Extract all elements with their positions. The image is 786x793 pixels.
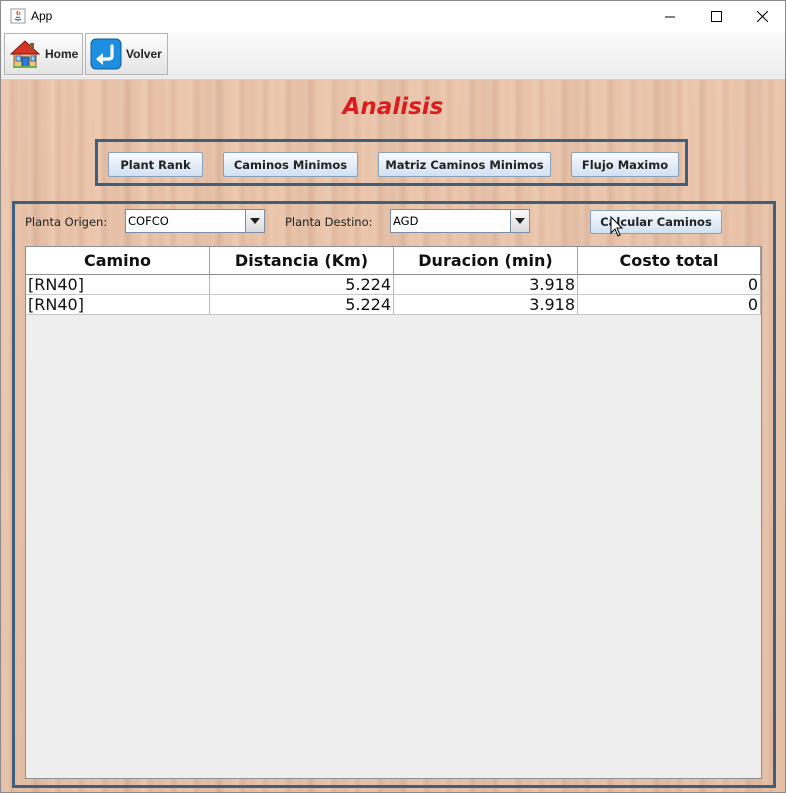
cell-camino: [RN40] bbox=[26, 295, 210, 314]
column-header-duracion[interactable]: Duracion (min) bbox=[394, 247, 578, 274]
table-header: Camino Distancia (Km) Duracion (min) Cos… bbox=[26, 247, 761, 275]
column-header-distancia[interactable]: Distancia (Km) bbox=[210, 247, 394, 274]
app-window: App Home Volver Analisis Plant Rank Cami… bbox=[0, 0, 786, 793]
back-button[interactable]: Volver bbox=[85, 33, 168, 75]
java-app-icon bbox=[10, 8, 26, 24]
matriz-caminos-minimos-button[interactable]: Matriz Caminos Minimos bbox=[378, 152, 551, 177]
minimize-icon bbox=[665, 16, 675, 17]
cell-costo: 0 bbox=[578, 275, 761, 294]
cell-duracion: 3.918 bbox=[394, 295, 578, 314]
flujo-maximo-button[interactable]: Flujo Maximo bbox=[571, 152, 679, 177]
window-title: App bbox=[31, 9, 53, 23]
column-header-camino[interactable]: Camino bbox=[26, 247, 210, 274]
cell-camino: [RN40] bbox=[26, 275, 210, 294]
column-header-costo[interactable]: Costo total bbox=[578, 247, 761, 274]
origen-value: COFCO bbox=[128, 214, 169, 228]
chevron-down-icon[interactable] bbox=[510, 210, 529, 232]
title-bar: App bbox=[1, 1, 785, 32]
origen-label: Planta Origen: bbox=[25, 215, 108, 229]
cell-distancia: 5.224 bbox=[210, 295, 394, 314]
destino-value: AGD bbox=[393, 214, 419, 228]
minimize-button[interactable] bbox=[647, 1, 693, 32]
table-row[interactable]: [RN40] 5.224 3.918 0 bbox=[26, 295, 761, 315]
cell-distancia: 5.224 bbox=[210, 275, 394, 294]
origen-select[interactable]: COFCO bbox=[125, 209, 265, 233]
caminos-minimos-button[interactable]: Caminos Minimos bbox=[223, 152, 358, 177]
maximize-icon bbox=[710, 11, 722, 22]
mouse-cursor-icon bbox=[610, 216, 624, 237]
destino-label: Planta Destino: bbox=[285, 215, 373, 229]
caminos-table[interactable]: Camino Distancia (Km) Duracion (min) Cos… bbox=[25, 246, 762, 779]
cell-costo: 0 bbox=[578, 295, 761, 314]
table-row[interactable]: [RN40] 5.224 3.918 0 bbox=[26, 275, 761, 295]
destino-select[interactable]: AGD bbox=[390, 209, 530, 233]
page-title: Analisis bbox=[342, 94, 444, 120]
toolbar: Home Volver bbox=[1, 32, 785, 80]
close-icon bbox=[756, 11, 768, 22]
back-label: Volver bbox=[126, 47, 162, 61]
close-button[interactable] bbox=[739, 1, 785, 32]
cell-duracion: 3.918 bbox=[394, 275, 578, 294]
chevron-down-icon[interactable] bbox=[245, 210, 264, 232]
house-icon bbox=[9, 40, 41, 68]
maximize-button[interactable] bbox=[693, 1, 739, 32]
plant-rank-button[interactable]: Plant Rank bbox=[108, 152, 203, 177]
back-arrow-icon bbox=[90, 38, 122, 70]
home-button[interactable]: Home bbox=[4, 33, 83, 75]
home-label: Home bbox=[45, 47, 79, 61]
